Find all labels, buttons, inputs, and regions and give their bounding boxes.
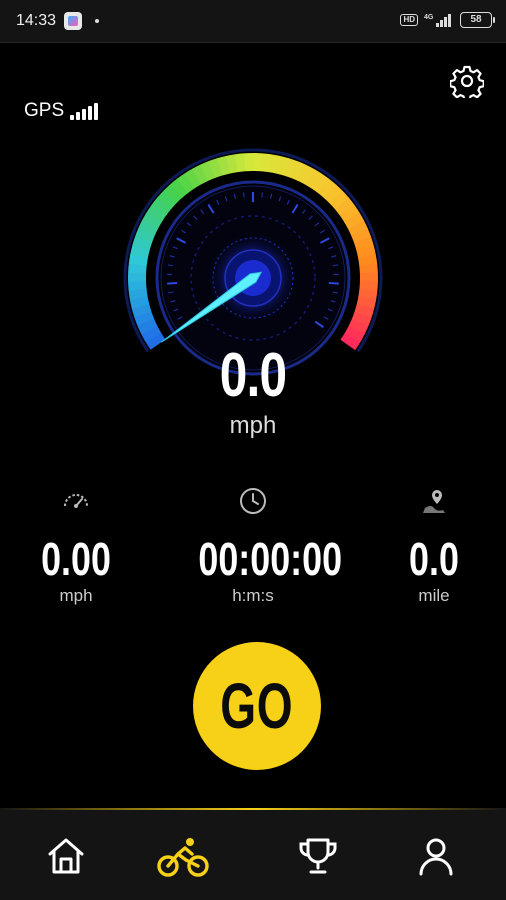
stat-duration: 00:00:00 h:m:s [183, 486, 343, 606]
gauge-tick [168, 291, 174, 294]
gauge-arc-segment [354, 236, 374, 251]
gauge-arc-segment [151, 197, 172, 216]
speed-unit: mph [229, 412, 277, 439]
gauge-arc-segment [339, 204, 360, 223]
gauge-arc-segment [132, 236, 153, 251]
gauge-arc-segment [184, 168, 202, 189]
gauge-tick [332, 264, 339, 267]
duration-value: 00:00:00 [198, 533, 343, 585]
gauge-arc-segment [358, 288, 378, 301]
gauge-arc-segment [298, 164, 315, 185]
avg-speed-value: 0.00 [41, 533, 111, 585]
gauge-arc-segment [260, 153, 272, 173]
gauge-arc-segment [356, 296, 377, 310]
gauge-arc-segment [225, 154, 238, 174]
gauge-arc-segment [128, 254, 148, 266]
gauge-tick [167, 264, 174, 267]
gauge-arc-segment [305, 168, 323, 189]
go-button[interactable]: GO [193, 642, 321, 770]
gauge-arc-segment [134, 311, 155, 326]
gauge-arc-segment [347, 220, 368, 237]
gauge-arc-segment [157, 190, 177, 210]
gauge-arc-segment [290, 161, 307, 182]
gauge-arc-segment [344, 212, 365, 230]
go-button-label: GO [220, 670, 294, 742]
gps-indicator: GPS [24, 100, 99, 122]
gauge-tick [261, 192, 263, 198]
gauge-arc-segment [138, 219, 159, 236]
gauge-arc-segment [128, 280, 147, 291]
gps-label: GPS [24, 100, 65, 121]
gauge-arc-segment [137, 318, 158, 335]
status-indicators: HD 4G 58 [400, 10, 495, 30]
gauge-arc-segment [311, 173, 330, 194]
gauge-arc-segment [200, 161, 216, 182]
duration-unit: h:m:s [232, 586, 274, 605]
gauge-arc-segment [129, 296, 150, 309]
gauge-arc-segment [324, 184, 343, 204]
bottom-navigation [0, 808, 506, 900]
gauge-arc-segment [141, 325, 162, 343]
gauge-arc-segment [344, 325, 365, 343]
gauge-arc-segment [283, 158, 298, 179]
hd-badge: HD [400, 14, 418, 26]
gauge-tick [243, 192, 245, 198]
gauge-arc-segment [217, 155, 231, 176]
trophy-icon[interactable] [296, 834, 340, 878]
network-type-label: 4G [424, 14, 434, 21]
profile-icon[interactable] [414, 834, 458, 878]
cellular-signal-icon: 4G [424, 14, 451, 27]
gauge-arc-segment [134, 228, 155, 243]
gauge-arc-segment [334, 197, 355, 216]
stat-distance: 0.0 mile [394, 486, 474, 606]
gauge-arc-segment [329, 190, 350, 210]
battery-icon: 58 [460, 12, 495, 28]
gauge-arc-segment [348, 318, 369, 335]
distance-value: 0.0 [409, 533, 459, 585]
gauge-arc-segment [351, 228, 372, 244]
gauge-arc-segment [351, 311, 372, 327]
distance-unit: mile [418, 586, 450, 605]
speedometer-icon [64, 494, 88, 508]
gauge-arc-segment [358, 254, 378, 267]
settings-gear-icon[interactable] [450, 64, 484, 98]
gauge-tick [328, 281, 339, 285]
gauge-arc-segment [354, 304, 375, 318]
gauge-arc-segment [130, 245, 150, 258]
gauge-arc-segment [276, 155, 290, 176]
status-time: 14:33 [16, 12, 57, 29]
app-notification-icon [64, 12, 82, 30]
home-icon[interactable] [44, 834, 88, 878]
gauge-arc-segment [169, 178, 189, 199]
gauge-tick [167, 281, 178, 285]
gauge-arc-segment [318, 178, 337, 199]
gauge-arc-segment [359, 263, 378, 274]
gauge-arc-segment [163, 184, 183, 204]
gauge-arc-segment [356, 245, 376, 259]
gauge-arc-segment [128, 288, 148, 300]
gauge-arc-segment [268, 154, 281, 174]
current-speed: 0.0 [219, 341, 287, 410]
avg-speed-unit: mph [59, 586, 93, 605]
gauge-arc-segment [142, 211, 163, 229]
notification-dot-icon [95, 19, 99, 23]
gauge-arc-segment [359, 281, 378, 292]
gauge-arc-segment [234, 153, 246, 173]
gauge-tick [332, 291, 338, 294]
gauge-arc-segment [192, 164, 209, 185]
gps-signal-icon [70, 103, 99, 120]
gauge-arc-segment [131, 303, 152, 318]
status-bar: 14:33 HD 4G 58 [0, 0, 506, 43]
clock-icon [240, 488, 266, 514]
bicycle-icon[interactable] [156, 834, 210, 878]
gauge-arc-segment [146, 204, 167, 222]
gauge-arc-segment [208, 158, 223, 179]
location-pin-icon [423, 490, 445, 513]
gauge-arc-segment [176, 173, 195, 194]
nav-divider [0, 808, 506, 810]
stat-avg-speed: 0.00 mph [30, 486, 122, 606]
gauge-arc-segment [128, 263, 147, 274]
